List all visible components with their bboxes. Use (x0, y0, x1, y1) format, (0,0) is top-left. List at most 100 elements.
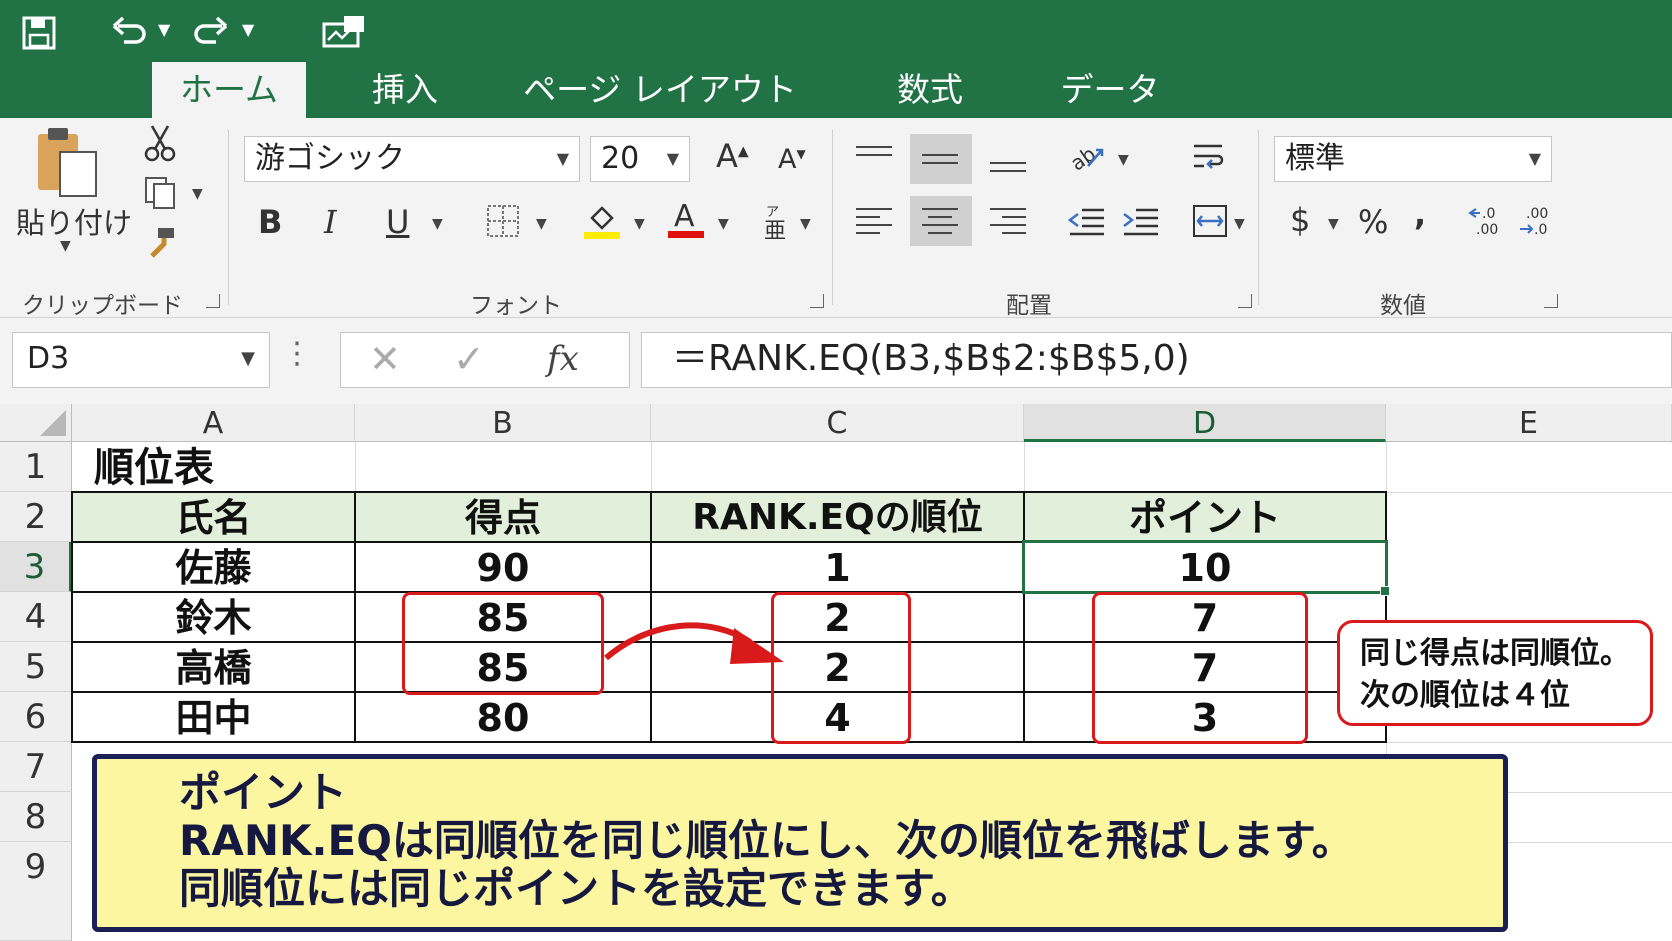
merge-center-icon[interactable] (1192, 204, 1228, 243)
alignment-launcher-icon[interactable] (1238, 294, 1252, 308)
table-cell-score[interactable]: 80 (355, 692, 651, 742)
undo-icon[interactable] (112, 14, 148, 54)
row-header-9[interactable]: 9 (0, 842, 72, 941)
paste-icon[interactable] (34, 126, 100, 205)
bottom-align-icon[interactable] (990, 154, 1026, 178)
quick-access-custom-icon[interactable] (322, 14, 368, 56)
row-header-1[interactable]: 1 (0, 442, 72, 492)
table-cell-name[interactable]: 佐藤 (72, 542, 355, 592)
decrease-indent-icon[interactable] (1067, 206, 1106, 243)
column-header-e[interactable]: E (1386, 404, 1672, 442)
tab-page-layout[interactable]: ページ レイアウト (505, 62, 815, 118)
name-box[interactable]: D3 ▼ (12, 332, 270, 388)
align-left-icon[interactable] (856, 208, 892, 236)
callout-line-1: 同じ得点は同順位。 (1360, 636, 1630, 671)
svg-text:.00: .00 (1526, 206, 1548, 222)
borders-icon[interactable] (486, 204, 520, 243)
align-center-icon[interactable] (922, 208, 958, 236)
orientation-icon[interactable]: ab (1066, 140, 1106, 179)
phonetic-dropdown-icon[interactable]: ▼ (800, 216, 811, 232)
column-header-c[interactable]: C (651, 404, 1024, 442)
save-icon[interactable] (22, 16, 56, 56)
table-header-point[interactable]: ポイント (1024, 492, 1386, 542)
font-family-dropdown[interactable]: 游ゴシック ▼ (244, 136, 580, 182)
point-note-box: ポイント RANK.EQは同順位を同じ順位にし、次の順位を飛ばします。 同順位に… (92, 754, 1508, 932)
copy-dropdown-icon[interactable]: ▼ (192, 186, 203, 202)
paste-button-label[interactable]: 貼り付け (16, 200, 132, 242)
row-header-5[interactable]: 5 (0, 642, 72, 692)
undo-dropdown-icon[interactable]: ▼ (158, 22, 170, 38)
row-header-3[interactable]: 3 (0, 542, 72, 592)
redo-dropdown-icon[interactable]: ▼ (242, 22, 254, 38)
svg-text:.0: .0 (1482, 206, 1495, 222)
underline-dropdown-icon[interactable]: ▼ (432, 216, 443, 232)
italic-icon[interactable]: I (324, 206, 337, 238)
sheet-title-cell[interactable]: 順位表 (94, 442, 214, 492)
row-header-4[interactable]: 4 (0, 592, 72, 642)
fill-color-dropdown-icon[interactable]: ▼ (634, 216, 645, 232)
orientation-dropdown-icon[interactable]: ▼ (1118, 152, 1129, 168)
phonetic-guide-icon[interactable]: ア亜 (762, 202, 792, 247)
table-header-rank[interactable]: RANK.EQの順位 (651, 492, 1024, 542)
increase-font-size-icon[interactable]: A▲ (716, 140, 749, 172)
table-cell-score[interactable]: 90 (355, 542, 651, 592)
font-color-dropdown-icon[interactable]: ▼ (718, 216, 729, 232)
font-color-icon[interactable]: A (668, 198, 704, 245)
row-header-8[interactable]: 8 (0, 792, 72, 842)
font-launcher-icon[interactable] (810, 294, 824, 308)
font-size-dropdown[interactable]: 20 ▼ (590, 136, 690, 182)
table-cell-name[interactable]: 鈴木 (72, 592, 355, 642)
number-format-dropdown[interactable]: 標準 ▼ (1274, 136, 1552, 182)
align-right-icon[interactable] (990, 208, 1026, 236)
percent-icon[interactable]: % (1358, 206, 1388, 238)
formula-input[interactable]: ＝RANK.EQ(B3,$B$2:$B$5,0) (641, 332, 1672, 388)
cut-icon[interactable] (144, 124, 176, 167)
middle-align-icon[interactable] (922, 148, 958, 172)
clipboard-launcher-icon[interactable] (206, 294, 220, 308)
increase-decimal-icon[interactable]: .0.00 (1468, 204, 1504, 243)
underline-icon[interactable]: U (386, 206, 409, 238)
clipboard-group-label: クリップボード (22, 293, 183, 319)
decrease-font-size-icon[interactable]: A▼ (778, 146, 806, 173)
row-header-2[interactable]: 2 (0, 492, 72, 542)
column-header-a[interactable]: A (72, 404, 355, 442)
curved-arrow-icon (604, 622, 784, 664)
cancel-icon[interactable]: ✕ (369, 337, 401, 381)
increase-indent-icon[interactable] (1122, 206, 1160, 243)
tab-insert[interactable]: 挿入 (345, 62, 465, 118)
row-header-7[interactable]: 7 (0, 742, 72, 792)
more-options-icon[interactable]: ⋮ (282, 336, 312, 371)
enter-icon[interactable]: ✓ (453, 337, 485, 381)
decrease-decimal-icon[interactable]: .00.0 (1518, 204, 1554, 243)
tab-data[interactable]: データ (1040, 62, 1180, 118)
table-header-score[interactable]: 得点 (355, 492, 651, 542)
paste-dropdown-icon[interactable]: ▼ (60, 238, 71, 254)
number-launcher-icon[interactable] (1544, 294, 1558, 308)
table-cell-name[interactable]: 田中 (72, 692, 355, 742)
fill-handle[interactable] (1380, 586, 1390, 596)
copy-icon[interactable] (144, 176, 178, 215)
row-header-6[interactable]: 6 (0, 692, 72, 742)
table-cell-rank[interactable]: 1 (651, 542, 1024, 592)
table-header-name[interactable]: 氏名 (72, 492, 355, 542)
currency-dropdown-icon[interactable]: ▼ (1328, 216, 1339, 232)
tab-formulas[interactable]: 数式 (870, 62, 990, 118)
column-header-d[interactable]: D (1024, 404, 1386, 442)
currency-icon[interactable]: $ (1290, 204, 1310, 236)
format-painter-icon[interactable] (144, 226, 178, 265)
bold-icon[interactable]: B (258, 206, 282, 238)
redo-icon[interactable] (192, 14, 228, 54)
insert-function-icon[interactable]: fx (547, 339, 579, 379)
merge-dropdown-icon[interactable]: ▼ (1234, 216, 1245, 232)
formula-controls: ✕ ✓ fx (340, 332, 630, 388)
table-cell-name[interactable]: 高橋 (72, 642, 355, 692)
borders-dropdown-icon[interactable]: ▼ (536, 216, 547, 232)
tab-home[interactable]: ホーム (152, 62, 306, 118)
top-align-icon[interactable] (856, 146, 892, 170)
wrap-text-icon[interactable] (1192, 140, 1228, 179)
comma-style-icon[interactable]: , (1414, 198, 1426, 230)
name-box-value: D3 (27, 341, 70, 376)
select-all-corner[interactable] (0, 404, 72, 442)
column-header-b[interactable]: B (355, 404, 651, 442)
fill-color-icon[interactable] (584, 202, 620, 245)
